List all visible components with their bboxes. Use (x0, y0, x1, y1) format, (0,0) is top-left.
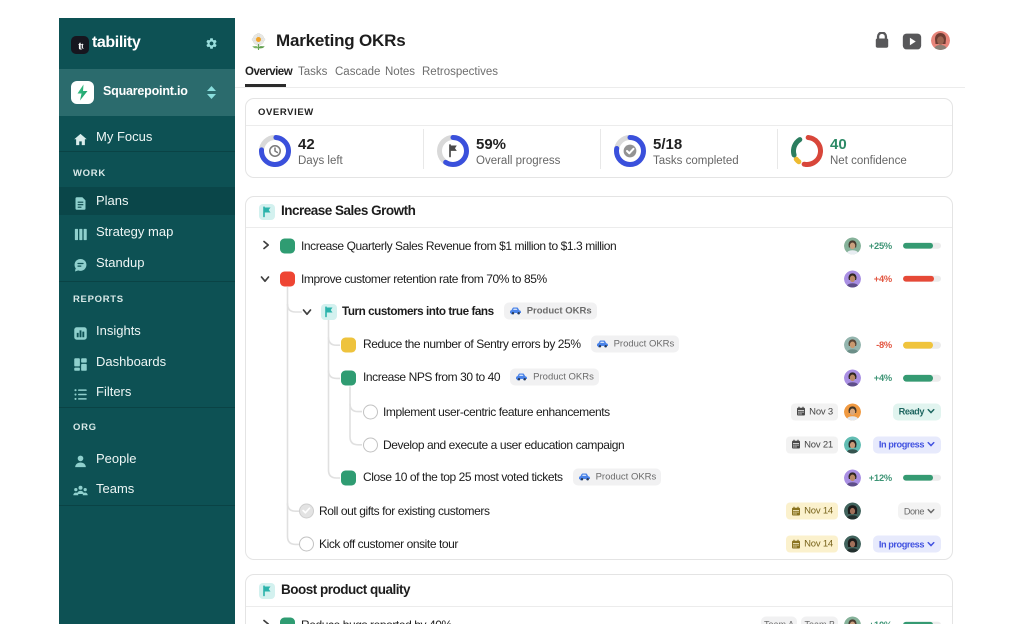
svg-text:t: t (81, 42, 84, 51)
